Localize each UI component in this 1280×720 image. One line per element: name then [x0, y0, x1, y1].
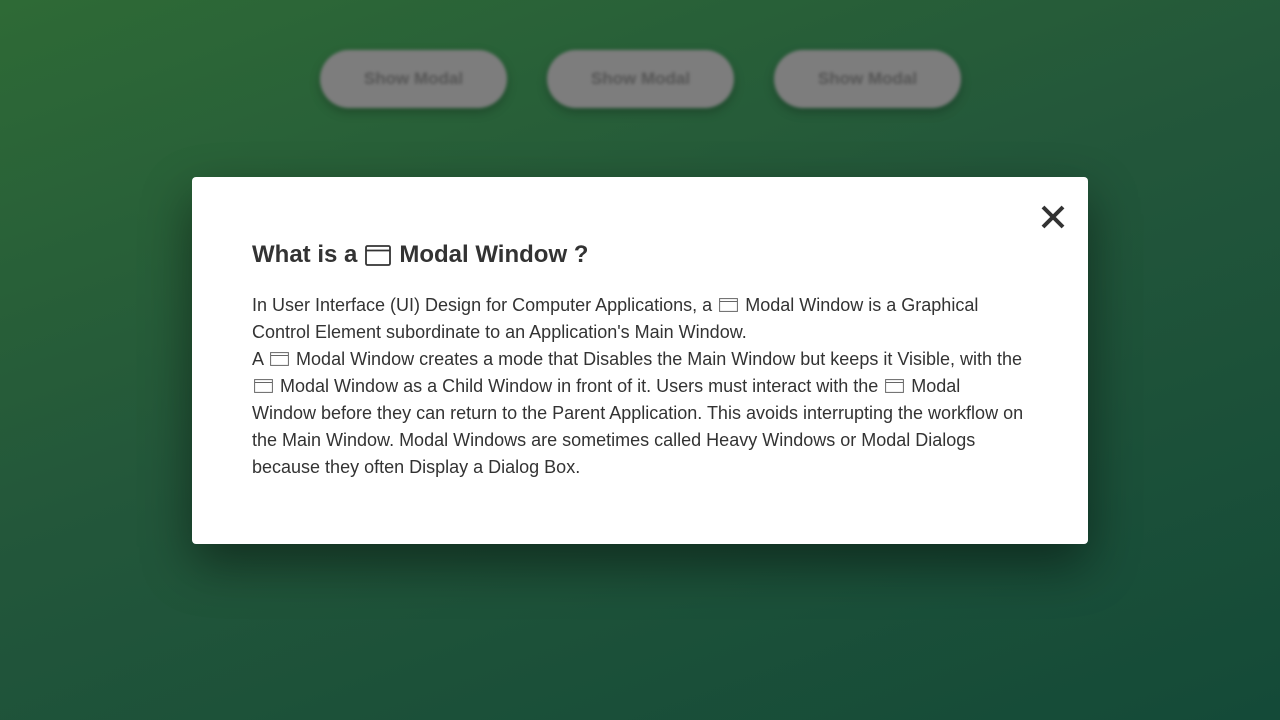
- paragraph-text: Modal Window creates a mode that Disable…: [296, 349, 1023, 369]
- modal-title-text-before: What is a: [252, 241, 358, 268]
- window-icon: [270, 352, 289, 367]
- modal-paragraph: In User Interface (UI) Design for Comput…: [252, 292, 1028, 346]
- window-icon: [254, 379, 273, 394]
- modal-window: What is a Modal Window ? In User Interfa…: [192, 177, 1088, 544]
- window-icon: [365, 244, 392, 266]
- show-modal-button[interactable]: Show Modal: [547, 50, 734, 108]
- background-button-group: Show Modal Show Modal Show Modal: [320, 50, 961, 108]
- show-modal-button[interactable]: Show Modal: [774, 50, 961, 108]
- paragraph-text: In User Interface (UI) Design for Comput…: [252, 295, 713, 315]
- modal-title: What is a Modal Window ?: [252, 239, 1028, 271]
- show-modal-button[interactable]: Show Modal: [320, 50, 507, 108]
- modal-title-text-after: Modal Window ?: [399, 241, 589, 268]
- window-icon: [719, 298, 739, 313]
- modal-paragraph: A Modal Window creates a mode that Disab…: [252, 346, 1028, 481]
- window-icon: [885, 379, 905, 394]
- modal-body: In User Interface (UI) Design for Comput…: [252, 292, 1028, 481]
- paragraph-text: Modal Window as a Child Window in front …: [280, 376, 879, 396]
- close-icon[interactable]: [1038, 202, 1068, 232]
- paragraph-text: A: [252, 349, 264, 369]
